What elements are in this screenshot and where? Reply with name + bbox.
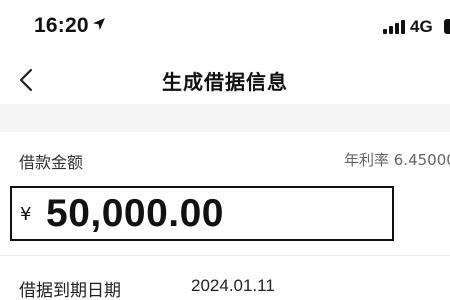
loan-amount-value: 50,000.00 — [46, 192, 225, 235]
battery-icon — [444, 19, 450, 34]
signal-bars-icon — [383, 20, 405, 34]
page-title: 生成借据信息 — [162, 70, 288, 94]
due-date-row: 借据到期日期 2024.01.11 — [0, 262, 450, 300]
status-bar: 16:20 4G — [0, 0, 450, 56]
screen: 16:20 4G 生成借据信息 借款金额 年利率 6.45000 ¥ 50,00… — [0, 0, 450, 300]
chevron-left-icon[interactable] — [14, 66, 40, 94]
divider — [0, 255, 450, 256]
location-arrow-icon — [93, 18, 105, 30]
currency-symbol: ¥ — [20, 204, 32, 225]
loan-amount-box: ¥ 50,000.00 — [10, 186, 394, 241]
due-date-value: 2024.01.11 — [191, 276, 275, 295]
due-date-label: 借据到期日期 — [19, 281, 121, 300]
loan-amount-header: 借款金额 年利率 6.45000 — [0, 132, 450, 182]
annual-rate-text: 年利率 6.45000 — [344, 151, 450, 169]
nav-bar: 生成借据信息 — [0, 56, 450, 104]
section-separator — [0, 104, 450, 132]
loan-amount-label: 借款金额 — [19, 153, 84, 172]
status-time: 16:20 — [34, 14, 89, 37]
network-label: 4G — [410, 17, 433, 36]
